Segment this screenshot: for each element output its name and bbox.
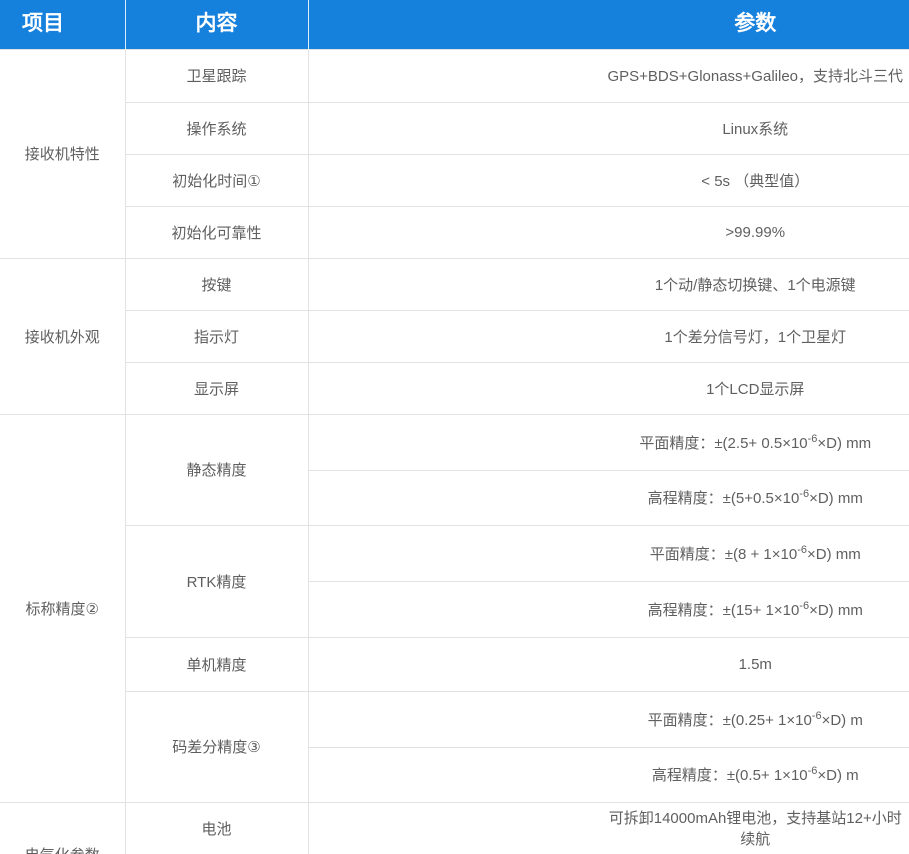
param-superscript: -6 — [808, 765, 818, 777]
table-row: RTK精度 平面精度：±(8 + 1×10-6×D) mm — [0, 525, 909, 581]
param-superscript: -6 — [812, 710, 822, 722]
param-text: ×D) mm — [809, 490, 863, 507]
param-cell: 1个动/静态切换键、1个电源键 — [308, 258, 909, 310]
group-label-cell: 接收机特性 — [0, 49, 125, 258]
param-cell: 平面精度：±(0.25+ 1×10-6×D) m — [308, 691, 909, 747]
param-cell: 可拆卸14000mAh锂电池，支持基站12+小时续航 — [308, 802, 909, 854]
param-superscript: -6 — [808, 433, 818, 445]
param-text: ×D) m — [817, 767, 858, 784]
table-row: 操作系统 Linux系统 — [0, 102, 909, 154]
param-cell: 1个LCD显示屏 — [308, 362, 909, 414]
content-cell: 按键 — [125, 258, 308, 310]
content-cell: 静态精度 — [125, 414, 308, 525]
param-cell: 平面精度：±(2.5+ 0.5×10-6×D) mm — [308, 414, 909, 470]
param-cell: 1.5m — [308, 637, 909, 691]
param-text: ×D) mm — [817, 435, 871, 452]
content-cell: RTK精度 — [125, 525, 308, 637]
table-row: 接收机外观 按键 1个动/静态切换键、1个电源键 — [0, 258, 909, 310]
param-superscript: -6 — [799, 600, 809, 612]
param-text: 平面精度：±(0.25+ 1×10 — [648, 712, 812, 729]
table-row: 初始化可靠性 >99.99% — [0, 206, 909, 258]
param-text: ×D) mm — [809, 602, 863, 619]
table-row: 指示灯 1个差分信号灯，1个卫星灯 — [0, 310, 909, 362]
content-cell: 操作系统 — [125, 102, 308, 154]
param-cell: 高程精度：±(0.5+ 1×10-6×D) m — [308, 747, 909, 802]
content-cell: 初始化可靠性 — [125, 206, 308, 258]
param-cell: Linux系统 — [308, 102, 909, 154]
header-row: 项目 内容 参数 — [0, 0, 909, 49]
content-cell: 卫星跟踪 — [125, 49, 308, 102]
table-row: 码差分精度③ 平面精度：±(0.25+ 1×10-6×D) m — [0, 691, 909, 747]
param-superscript: -6 — [799, 488, 809, 500]
table-row: 接收机特性 卫星跟踪 GPS+BDS+Glonass+Galileo，支持北斗三… — [0, 49, 909, 102]
param-cell: 高程精度：±(15+ 1×10-6×D) mm — [308, 581, 909, 637]
group-label-cell: 电气化参数 — [0, 802, 125, 854]
table-row: 初始化时间① < 5s （典型值） — [0, 154, 909, 206]
param-text: 高程精度：±(5+0.5×10 — [648, 490, 800, 507]
spec-table: 项目 内容 参数 接收机特性 卫星跟踪 GPS+BDS+Glonass+Gali… — [0, 0, 909, 854]
param-cell: >99.99% — [308, 206, 909, 258]
content-cell: 电池 — [125, 802, 308, 854]
param-text: ×D) m — [822, 712, 863, 729]
table-row: 电气化参数 电池 可拆卸14000mAh锂电池，支持基站12+小时续航 — [0, 802, 909, 854]
content-cell: 显示屏 — [125, 362, 308, 414]
table-row: 标称精度② 静态精度 平面精度：±(2.5+ 0.5×10-6×D) mm — [0, 414, 909, 470]
param-cell: 高程精度：±(5+0.5×10-6×D) mm — [308, 470, 909, 525]
content-cell: 初始化时间① — [125, 154, 308, 206]
table-row: 单机精度 1.5m — [0, 637, 909, 691]
spec-page: 项目 内容 参数 接收机特性 卫星跟踪 GPS+BDS+Glonass+Gali… — [0, 0, 909, 854]
param-cell: 1个差分信号灯，1个卫星灯 — [308, 310, 909, 362]
header-cell-content: 内容 — [125, 0, 308, 49]
content-cell: 指示灯 — [125, 310, 308, 362]
content-cell: 单机精度 — [125, 637, 308, 691]
param-text: 高程精度：±(15+ 1×10 — [648, 602, 800, 619]
table-row: 显示屏 1个LCD显示屏 — [0, 362, 909, 414]
content-cell: 码差分精度③ — [125, 691, 308, 802]
param-cell: GPS+BDS+Glonass+Galileo，支持北斗三代 — [308, 49, 909, 102]
header-cell-params: 参数 — [308, 0, 909, 49]
param-text: 平面精度：±(8 + 1×10 — [650, 546, 797, 563]
param-text: 平面精度：±(2.5+ 0.5×10 — [639, 435, 807, 452]
param-text: 高程精度：±(0.5+ 1×10 — [652, 767, 808, 784]
param-text: ×D) mm — [807, 546, 861, 563]
param-cell: < 5s （典型值） — [308, 154, 909, 206]
group-label-cell: 接收机外观 — [0, 258, 125, 414]
group-label-cell: 标称精度② — [0, 414, 125, 802]
header-cell-item: 项目 — [0, 0, 125, 49]
param-cell: 平面精度：±(8 + 1×10-6×D) mm — [308, 525, 909, 581]
param-superscript: -6 — [797, 544, 807, 556]
